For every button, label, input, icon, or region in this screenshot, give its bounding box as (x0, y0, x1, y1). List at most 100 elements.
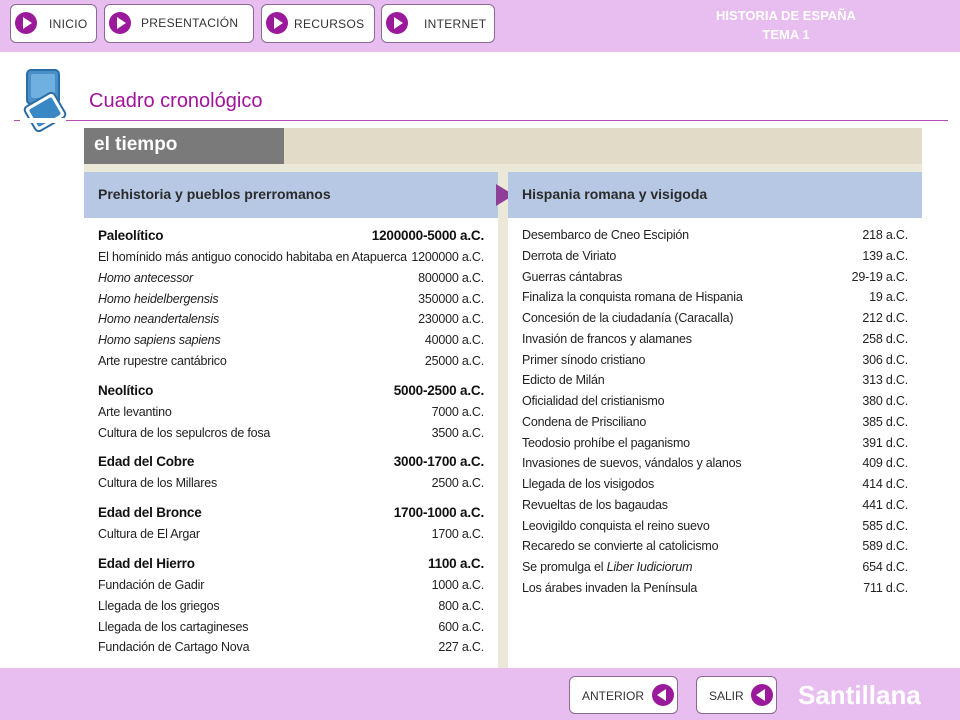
event-text: Edad del Hierro (98, 556, 195, 571)
event-text: Fundación de Gadir (98, 578, 205, 592)
event-row: Concesión de la ciudadanía (Caracalla) 21… (522, 311, 908, 331)
event-text: Se promulga el Liber Iudiciorum (522, 560, 692, 574)
event-text-italic: Liber Iudiciorum (606, 560, 693, 574)
event-date: 414 d.C. (862, 477, 908, 491)
event-date: 40000 a.C. (424, 333, 484, 348)
event-date: 1200000 a.C. (411, 250, 484, 264)
event-date: 5000-2500 a.C. (393, 382, 484, 398)
event-date: 139 a.C. (862, 248, 908, 263)
event-text: Primer sínodo cristiano (522, 352, 646, 367)
event-text: Concesión de la ciudadanía (Caracalla) (522, 311, 734, 325)
event-date: 385 d.C. (862, 414, 908, 429)
event-date: 711 d.C. (863, 580, 908, 595)
nav-internet-button[interactable]: INTERNET (381, 4, 495, 43)
event-date: 1100 a.C. (428, 556, 484, 571)
event-text: Homo neandertalensis (98, 312, 220, 327)
event-date: 218 a.C. (862, 228, 908, 242)
event-text: Derrota de Viriato (522, 248, 617, 263)
event-date: 409 d.C. (862, 456, 908, 471)
event-text: Paleolítico (98, 228, 164, 243)
event-row: Primer sínodo cristiano 306 d.C. (522, 353, 908, 373)
period-row: Edad del Cobre 3000-1700 a.C. (98, 454, 484, 474)
play-arrow-icon (15, 12, 37, 34)
event-date: 7000 a.C. (431, 404, 485, 419)
anterior-label: ANTERIOR (582, 689, 645, 703)
salir-button[interactable]: SALIR (696, 676, 777, 714)
event-date: 600 a.C. (438, 619, 484, 634)
event-row: Los árabes invaden la Península 711 d.C. (522, 581, 908, 601)
panel-tab: el tiempo (84, 128, 284, 164)
event-date: 2500 a.C. (431, 476, 485, 491)
event-row: Guerras cántabras 29-19 a.C. (522, 270, 908, 290)
event-text: El homínido más antiguo conocido habitab… (98, 250, 407, 264)
period-row: Paleolítico 1200000-5000 a.C. (98, 228, 484, 248)
event-row: Derrota de Viriato 139 a.C. (522, 249, 908, 269)
event-text: Homo heidelbergensis (98, 291, 219, 306)
event-text: Desembarco de Cneo Escipión (522, 228, 689, 242)
event-row: Oficialidad del cristianismo 380 d.C. (522, 394, 908, 414)
roman-heading-bar: Hispania romana y visigoda (508, 172, 922, 218)
event-date: 1700-1000 a.C. (393, 505, 484, 521)
event-text: Homo antecessor (98, 270, 193, 285)
publisher-logo: Santillana (798, 680, 921, 710)
anterior-button[interactable]: ANTERIOR (569, 676, 678, 714)
event-text: Oficialidad del cristianismo (522, 394, 665, 408)
event-date: 3000-1700 a.C. (393, 454, 484, 470)
event-text: Leovigildo conquista el reino suevo (522, 518, 710, 533)
prehistory-heading-bar: Prehistoria y pueblos prerromanos (84, 172, 498, 218)
event-row: Homo antecessor 800000 a.C. (98, 271, 484, 291)
event-date: 589 d.C. (862, 539, 908, 554)
play-arrow-icon (109, 12, 131, 34)
event-date: 350000 a.C. (418, 291, 484, 306)
event-row: Cultura de los sepulcros de fosa 3500 a.C… (98, 426, 484, 446)
subject-name: HISTORIA DE ESPAÑA (716, 8, 856, 23)
event-text: Recaredo se convierte al catolicismo (522, 539, 719, 554)
event-row: Fundación de Gadir 1000 a.C. (98, 578, 484, 598)
event-row: Edicto de Milán 313 d.C. (522, 373, 908, 393)
event-text: Edad del Bronce (98, 505, 202, 521)
event-text: Fundación de Cartago Nova (98, 640, 250, 655)
chronology-panel: el tiempo Prehistoria y pueblos prerroma… (84, 128, 922, 670)
event-row: Fundación de Cartago Nova 227 a.C. (98, 640, 484, 660)
event-text: Los árabes invaden la Península (522, 580, 698, 595)
event-row: Revueltas de los bagaudas 441 d.C. (522, 498, 908, 518)
event-date: 3500 a.C. (431, 425, 485, 440)
event-text: Arte levantino (98, 404, 172, 419)
panel-header: el tiempo (84, 128, 922, 164)
event-row: Desembarco de Cneo Escipión 218 a.C. (522, 228, 908, 248)
event-date: 258 d.C. (862, 331, 908, 346)
nav-recursos-label: RECURSOS (294, 17, 365, 31)
event-date: 29-19 a.C. (851, 269, 909, 284)
subject-title: HISTORIA DE ESPAÑA TEMA 1 (706, 6, 866, 44)
nav-inicio-button[interactable]: INICIO (10, 4, 97, 43)
event-row: Cultura de los Millares 2500 a.C. (98, 476, 484, 496)
event-text: Neolítico (98, 382, 154, 398)
event-date: 25000 a.C. (424, 354, 484, 368)
nav-inicio-label: INICIO (49, 17, 88, 31)
event-row: Homo heidelbergensis 350000 a.C. (98, 292, 484, 312)
period-row: Neolítico 5000-2500 a.C. (98, 383, 484, 403)
event-row: El homínido más antiguo conocido habitab… (98, 250, 484, 270)
event-row: Invasión de francos y alamanes 258 d.C. (522, 332, 908, 352)
event-text: Homo sapiens sapiens (98, 333, 221, 348)
back-arrow-icon (751, 684, 773, 706)
event-text: Invasión de francos y alamanes (522, 331, 692, 346)
nav-presentacion-button[interactable]: PRESENTACIÓN (104, 4, 254, 43)
event-date: 227 a.C. (438, 640, 484, 655)
event-row: Llegada de los cartagineses 600 a.C. (98, 620, 484, 640)
event-row: Homo neandertalensis 230000 a.C. (98, 312, 484, 332)
event-date: 1200000-5000 a.C. (371, 228, 484, 243)
unit-name: TEMA 1 (762, 27, 810, 42)
event-row: Cultura de El Argar 1700 a.C. (98, 527, 484, 547)
event-text: Llegada de los visigodos (522, 477, 655, 491)
event-row: Finaliza la conquista romana de Hispania… (522, 290, 908, 310)
event-row: Recaredo se convierte al catolicismo 589 … (522, 539, 908, 559)
event-date: 654 d.C. (862, 560, 908, 574)
event-text: Arte rupestre cantábrico (98, 354, 227, 368)
nav-recursos-button[interactable]: RECURSOS (261, 4, 375, 43)
period-row: Edad del Hierro 1100 a.C. (98, 556, 484, 576)
event-text: Llegada de los cartagineses (98, 619, 249, 634)
event-text: Invasiones de suevos, vándalos y alanos (522, 456, 742, 471)
event-row: Teodosio prohíbe el paganismo 391 d.C. (522, 436, 908, 456)
event-row: Leovigildo conquista el reino suevo 585 d… (522, 519, 908, 539)
